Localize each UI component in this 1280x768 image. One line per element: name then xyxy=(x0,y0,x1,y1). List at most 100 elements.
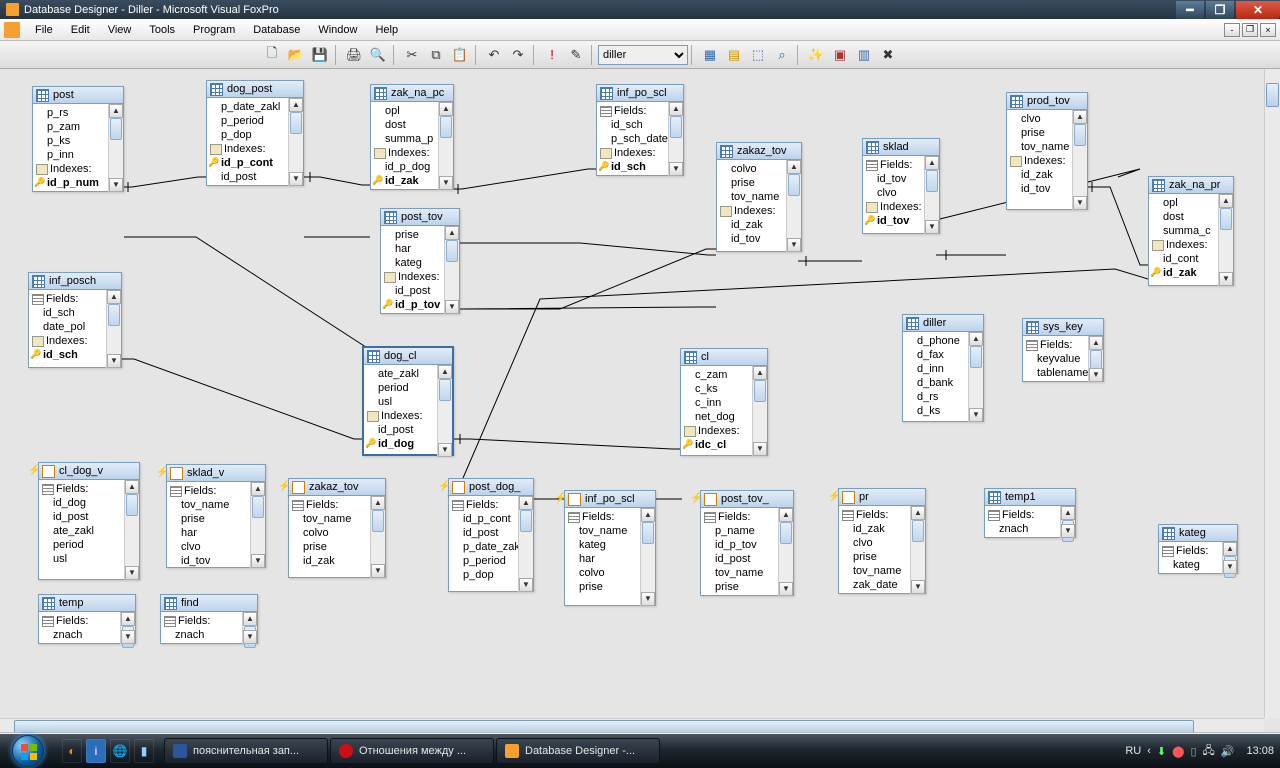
list-item[interactable]: Indexes: xyxy=(32,334,102,348)
list-item[interactable]: id_post xyxy=(395,284,440,298)
scroll-down-icon[interactable]: ▼ xyxy=(911,580,925,594)
list-item[interactable]: ate_zakl xyxy=(53,524,120,538)
list-item[interactable]: idc_cl xyxy=(695,438,748,452)
paste-icon[interactable]: 📋 xyxy=(449,44,471,66)
redo-icon[interactable]: ↷ xyxy=(507,44,529,66)
table-scrollbar[interactable]: ▲▼ xyxy=(1218,194,1233,286)
table-pr[interactable]: prFields:id_zakclvoprisetov_namezak_date… xyxy=(838,488,926,594)
field-list[interactable]: Fields:id_zakclvoprisetov_namezak_date xyxy=(839,506,910,594)
list-item[interactable]: kateg xyxy=(1173,558,1218,572)
table-header[interactable]: kateg xyxy=(1159,525,1237,542)
list-item[interactable]: har xyxy=(395,242,440,256)
scroll-down-icon[interactable]: ▼ xyxy=(125,566,139,580)
list-item[interactable]: prise xyxy=(303,540,366,554)
table-header[interactable]: zakaz_tov xyxy=(717,143,801,160)
scroll-up-icon[interactable]: ▲ xyxy=(125,480,139,494)
scroll-up-icon[interactable]: ▲ xyxy=(243,612,257,626)
list-item[interactable]: p_inn xyxy=(47,148,104,162)
print-icon[interactable]: 🖨 xyxy=(343,44,365,66)
table-header[interactable]: temp xyxy=(39,595,135,612)
ql-show-desktop[interactable]: ▮ xyxy=(134,739,154,763)
table-cl_dog_v[interactable]: cl_dog_vFields:id_dogid_postate_zaklperi… xyxy=(38,462,140,580)
canvas-vscroll[interactable] xyxy=(1264,69,1280,718)
table-header[interactable]: pr xyxy=(839,489,925,506)
list-item[interactable]: id_sch xyxy=(43,348,102,362)
list-item[interactable]: Fields: xyxy=(704,510,774,524)
list-item[interactable]: p_dop xyxy=(463,568,514,582)
list-item[interactable]: id_p_num xyxy=(47,176,104,190)
menu-window[interactable]: Window xyxy=(309,21,366,39)
list-item[interactable]: d_phone xyxy=(917,334,964,348)
list-item[interactable]: Indexes: xyxy=(600,146,664,160)
list-item[interactable]: colvo xyxy=(303,526,366,540)
table-dog_post[interactable]: dog_postp_date_zaklp_periodp_dopIndexes:… xyxy=(206,80,304,186)
tray-arrow-icon[interactable]: ⬇ xyxy=(1157,745,1166,758)
scroll-down-icon[interactable]: ▼ xyxy=(1223,560,1237,574)
scroll-down-icon[interactable]: ▼ xyxy=(438,443,452,457)
table-header[interactable]: sys_key xyxy=(1023,319,1103,336)
list-item[interactable]: znach xyxy=(53,628,116,642)
ql-icon-2[interactable]: i xyxy=(86,739,106,763)
list-item[interactable]: id_tov xyxy=(1021,182,1068,196)
scroll-down-icon[interactable]: ▼ xyxy=(439,176,453,190)
list-item[interactable]: Indexes: xyxy=(367,409,433,423)
tb5-icon[interactable]: ▣ xyxy=(829,44,851,66)
list-item[interactable]: tov_name xyxy=(181,498,246,512)
list-item[interactable]: Fields: xyxy=(600,104,664,118)
scroll-up-icon[interactable]: ▲ xyxy=(1061,506,1075,520)
table-find[interactable]: findFields:znach▲▼ xyxy=(160,594,258,644)
list-item[interactable]: prise xyxy=(579,580,636,594)
list-item[interactable]: Fields: xyxy=(32,292,102,306)
scroll-down-icon[interactable]: ▼ xyxy=(445,300,459,314)
menu-view[interactable]: View xyxy=(99,21,141,39)
table-header[interactable]: inf_po_scl xyxy=(565,491,655,508)
list-item[interactable]: id_zak xyxy=(731,218,782,232)
table-header[interactable]: cl_dog_v xyxy=(39,463,139,480)
table-zak_na_pr[interactable]: zak_na_propldostsumma_cIndexes:id_contid… xyxy=(1148,176,1234,286)
menu-database[interactable]: Database xyxy=(244,21,309,39)
tray-chevron-icon[interactable]: ‹ xyxy=(1147,745,1151,757)
table-header[interactable]: inf_po_scl xyxy=(597,85,683,102)
list-item[interactable]: id_post xyxy=(221,170,284,184)
list-item[interactable]: prise xyxy=(731,176,782,190)
menu-help[interactable]: Help xyxy=(366,21,407,39)
list-item[interactable]: Fields: xyxy=(1162,544,1218,558)
table-zakaz_tov_v[interactable]: zakaz_tovFields:tov_namecolvopriseid_zak… xyxy=(288,478,386,578)
list-item[interactable]: Indexes: xyxy=(210,142,284,156)
list-item[interactable]: id_dog xyxy=(378,437,433,451)
mdi-close[interactable]: × xyxy=(1260,23,1276,37)
tb3-icon[interactable]: ⬚ xyxy=(747,44,769,66)
field-list[interactable]: priseharkategIndexes:id_postid_p_tov xyxy=(381,226,444,314)
list-item[interactable]: Fields: xyxy=(842,508,906,522)
table-header[interactable]: post xyxy=(33,87,123,104)
table-scrollbar[interactable]: ▲▼ xyxy=(444,226,459,314)
field-list[interactable]: Fields:keyvaluetablename xyxy=(1023,336,1088,382)
scroll-up-icon[interactable]: ▲ xyxy=(911,506,925,520)
list-item[interactable]: ate_zakl xyxy=(378,367,433,381)
table-scrollbar[interactable]: ▲▼ xyxy=(1222,542,1237,574)
scroll-up-icon[interactable]: ▲ xyxy=(641,508,655,522)
list-item[interactable]: clvo xyxy=(181,540,246,554)
scroll-up-icon[interactable]: ▲ xyxy=(969,332,983,346)
maximize-button[interactable]: ❐ xyxy=(1206,1,1234,19)
list-item[interactable]: id_tov xyxy=(877,172,920,186)
scroll-up-icon[interactable]: ▲ xyxy=(1089,336,1103,350)
scroll-down-icon[interactable]: ▼ xyxy=(109,178,123,192)
list-item[interactable]: usl xyxy=(53,552,120,566)
list-item[interactable]: p_period xyxy=(463,554,514,568)
list-item[interactable]: Fields: xyxy=(866,158,920,172)
run-icon[interactable]: ! xyxy=(541,44,563,66)
list-item[interactable]: id_post xyxy=(53,510,120,524)
field-list[interactable]: Fields:tov_namekategharcolvoprise xyxy=(565,508,640,606)
table-scrollbar[interactable]: ▲▼ xyxy=(752,366,767,456)
tray-usb-icon[interactable]: ▯ xyxy=(1190,745,1196,758)
table-scrollbar[interactable]: ▲▼ xyxy=(288,98,303,186)
list-item[interactable]: id_post xyxy=(463,526,514,540)
list-item[interactable]: kateg xyxy=(395,256,440,270)
list-item[interactable]: id_tov xyxy=(877,214,920,228)
table-scrollbar[interactable]: ▲▼ xyxy=(1060,506,1075,538)
field-list[interactable]: Fields:znach xyxy=(161,612,242,644)
list-item[interactable]: tov_name xyxy=(579,524,636,538)
list-item[interactable]: id_p_cont xyxy=(463,512,514,526)
table-temp1[interactable]: temp1Fields:znach▲▼ xyxy=(984,488,1076,538)
